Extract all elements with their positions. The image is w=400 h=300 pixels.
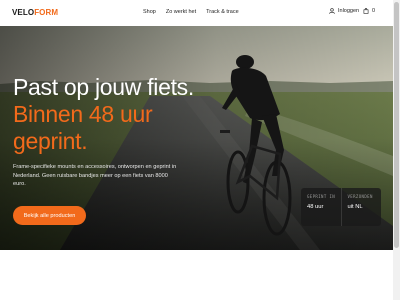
site-header: VELOFORM Shop Zo werkt het Track & trace…	[0, 0, 393, 26]
cart-icon	[363, 8, 369, 14]
nav-zo-werkt-het[interactable]: Zo werkt het	[166, 9, 196, 15]
stat-label: VERZONDEN	[347, 194, 373, 199]
logo-part-2: FORM	[34, 8, 59, 17]
logo[interactable]: VELOFORM	[12, 8, 58, 17]
cart-button[interactable]: 0	[363, 8, 375, 14]
user-icon	[329, 8, 335, 14]
nav-shop[interactable]: Shop	[143, 9, 156, 15]
view-products-button[interactable]: Bekijk alle producten	[13, 206, 86, 225]
main-nav: Shop Zo werkt het Track & trace	[143, 9, 249, 15]
stat-shipped: VERZONDEN uit NL	[340, 188, 382, 226]
hero: Past op jouw fiets. Binnen 48 uur geprin…	[0, 26, 393, 250]
login-label: Inloggen	[338, 8, 360, 14]
logo-part-1: VELO	[12, 8, 35, 17]
hero-heading-line2: Binnen 48 uur	[13, 101, 153, 127]
stats-card: GEPRINT IN 48 uur VERZONDEN uit NL	[301, 188, 381, 226]
scrollbar-thumb[interactable]	[394, 2, 399, 248]
stat-label: GEPRINT IN	[307, 194, 336, 199]
page: VELOFORM Shop Zo werkt het Track & trace…	[0, 0, 400, 300]
hero-heading-line3: geprint.	[13, 128, 88, 154]
stat-value: 48 uur	[307, 203, 324, 210]
stat-value: uit NL	[347, 203, 363, 210]
cart-count: 0	[372, 8, 376, 14]
hero-heading-line1: Past op jouw fiets.	[13, 74, 194, 100]
scrollbar[interactable]	[393, 0, 400, 300]
nav-track-trace[interactable]: Track & trace	[206, 9, 239, 15]
hero-subtitle: Frame-specifieke mounts en accessoires, …	[13, 164, 177, 187]
stat-printed: GEPRINT IN 48 uur	[301, 188, 341, 226]
login-link[interactable]: Inloggen	[329, 8, 359, 14]
